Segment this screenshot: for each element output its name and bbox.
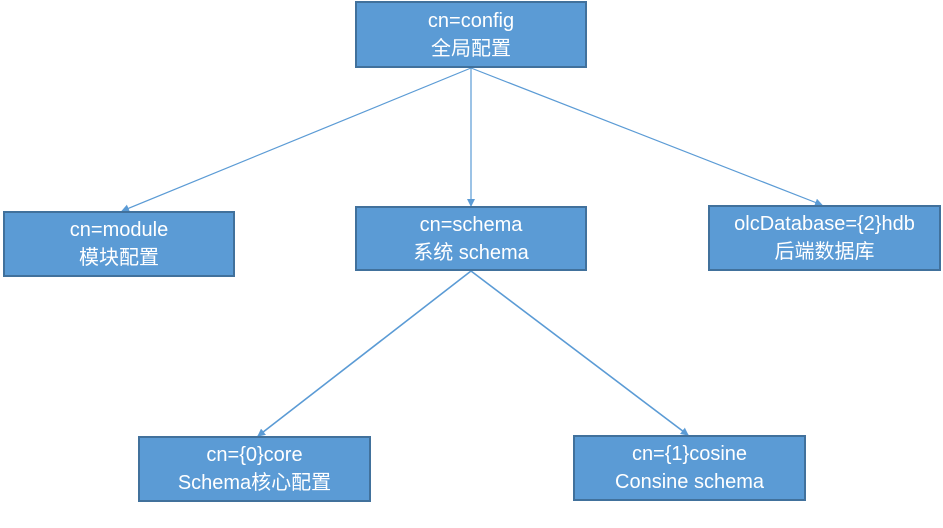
arrow-config-module	[121, 67, 472, 213]
node-core-dn: cn={0}core	[206, 444, 303, 466]
arrow-config-database	[470, 67, 823, 207]
node-schema-dn: cn=schema	[419, 213, 523, 236]
node-module-dn: cn=module	[69, 219, 169, 241]
node-schema: cn=schema 系统 schema	[355, 206, 587, 271]
node-core: cn={0}core Schema核心配置	[138, 436, 371, 502]
node-config: cn=config 全局配置	[355, 1, 587, 68]
node-config-desc: 全局配置	[431, 37, 511, 60]
node-module-desc: 模块配置	[79, 247, 159, 269]
node-cosine-desc: Consine schema	[615, 471, 764, 493]
node-database-dn: olcDatabase={2}hdb	[734, 213, 915, 235]
arrow-schema-core	[257, 270, 472, 437]
node-core-desc: Schema核心配置	[177, 472, 332, 494]
node-database: olcDatabase={2}hdb 后端数据库	[708, 205, 941, 271]
node-module: cn=module 模块配置	[3, 211, 235, 277]
node-cosine-dn: cn={1}cosine	[631, 443, 748, 465]
node-cosine: cn={1}cosine Consine schema	[573, 435, 806, 501]
arrow-schema-cosine	[470, 270, 689, 436]
node-config-dn: cn=config	[427, 9, 515, 32]
node-database-desc: 后端数据库	[774, 241, 875, 263]
node-schema-desc: 系统 schema	[413, 241, 529, 264]
